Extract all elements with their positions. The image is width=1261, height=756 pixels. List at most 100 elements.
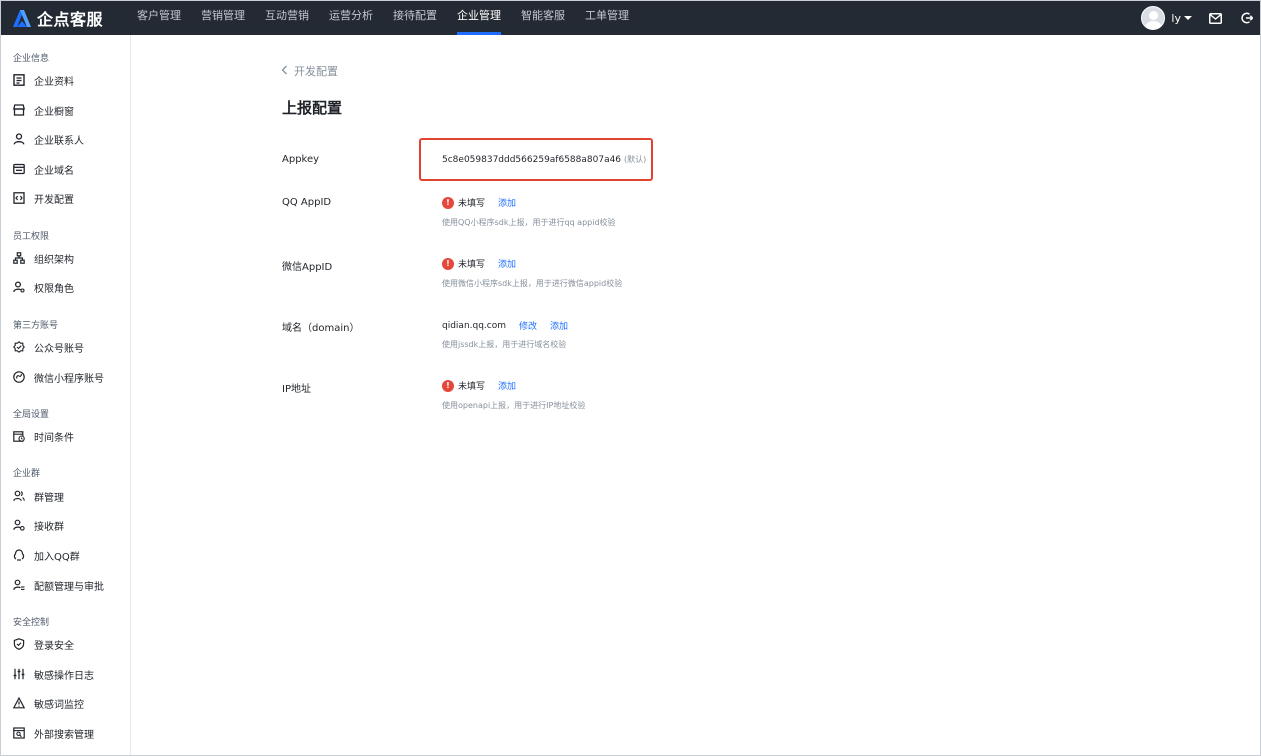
sidebar-item-sensitive-operation-log[interactable]: 敏感操作日志 — [12, 663, 94, 685]
domain-value: qidian.qq.com — [442, 320, 507, 331]
nav-enterprise-management[interactable]: 企业管理 — [447, 1, 511, 35]
sidebar-item-label: 企业资料 — [34, 76, 74, 88]
sidebar-item-enterprise-contact[interactable]: 企业联系人 — [12, 128, 84, 150]
ip-status: 未填写 — [458, 382, 486, 392]
sidebar-item-org-structure[interactable]: 组织架构 — [12, 247, 74, 269]
mini-program-icon — [12, 371, 25, 384]
ip-label: IP地址 — [282, 384, 311, 395]
badge-icon — [12, 341, 25, 354]
sliders-icon — [12, 668, 25, 681]
appkey-value-row: 5c8e059837ddd566259af6588a807a46 (默认) — [442, 154, 646, 165]
domain-label: 域名（domain） — [282, 323, 360, 334]
back-link[interactable]: 开发配置 — [281, 63, 338, 79]
group-receive-icon — [12, 519, 25, 532]
domain-edit-button[interactable]: 修改 — [519, 319, 537, 332]
warning-icon: ! — [442, 196, 454, 209]
sidebar-item-official-account[interactable]: 公众号账号 — [12, 336, 84, 358]
sidebar-group-enterprise-groups: 企业群 — [13, 469, 41, 479]
wechat-appid-status-row: ! 未填写 添加 — [442, 257, 516, 270]
sidebar-item-label: 公众号账号 — [34, 343, 84, 355]
domain-value-row: qidian.qq.com 修改 添加 — [442, 319, 568, 333]
mail-icon[interactable] — [1208, 11, 1222, 25]
sidebar-item-group-management[interactable]: 群管理 — [12, 485, 64, 507]
user-name[interactable]: ly — [1171, 12, 1181, 25]
sidebar-item-label: 时间条件 — [34, 432, 74, 444]
nav-marketing-management[interactable]: 营销管理 — [191, 1, 255, 35]
sidebar-item-permission-roles[interactable]: 权限角色 — [12, 276, 74, 298]
qq-appid-status-row: ! 未填写 添加 — [442, 196, 516, 209]
person-icon — [12, 133, 25, 146]
user-role-icon — [12, 281, 25, 294]
sidebar-item-label: 敏感词监控 — [34, 699, 84, 711]
document-icon — [12, 74, 25, 87]
sidebar-item-dev-config[interactable]: 开发配置 — [12, 187, 74, 209]
sidebar-item-enterprise-domain[interactable]: 企业域名 — [12, 158, 74, 180]
warning-triangle-icon — [12, 697, 25, 710]
avatar[interactable] — [1141, 6, 1166, 30]
sidebar-item-mini-program-account[interactable]: 微信小程序账号 — [12, 366, 104, 388]
top-navigation-bar: 企点客服 客户管理 营销管理 互动营销 运营分析 接待配置 企业管理 智能客服 … — [1, 1, 1260, 35]
code-icon — [12, 192, 25, 205]
domain-icon — [12, 163, 25, 176]
warning-icon: ! — [442, 257, 454, 270]
warning-icon: ! — [442, 379, 454, 392]
qq-group-icon — [12, 549, 25, 562]
nav-smart-service[interactable]: 智能客服 — [511, 1, 575, 35]
sidebar-item-receive-group[interactable]: 接收群 — [12, 514, 64, 536]
sidebar: 企业信息 企业资料 企业橱窗 企业联系人 企业域名 开发配置 员工权限 组织架构 — [1, 35, 131, 755]
wechat-appid-hint: 使用微信小程序sdk上报，用于进行微信appid校验 — [442, 279, 623, 288]
sidebar-item-label: 群管理 — [34, 492, 64, 504]
nav-interactive-marketing[interactable]: 互动营销 — [255, 1, 319, 35]
sidebar-item-label: 敏感操作日志 — [34, 670, 94, 682]
sidebar-item-login-security[interactable]: 登录安全 — [12, 633, 74, 655]
nav-customer-management[interactable]: 客户管理 — [127, 1, 191, 35]
sidebar-item-enterprise-profile[interactable]: 企业资料 — [12, 69, 74, 91]
back-label: 开发配置 — [294, 65, 338, 78]
ip-status-row: ! 未填写 添加 — [442, 379, 516, 392]
app-name: 企点客服 — [37, 10, 104, 29]
sidebar-item-label: 微信小程序账号 — [34, 373, 104, 385]
app-logo[interactable]: 企点客服 — [11, 6, 103, 30]
nav-ticket-management[interactable]: 工单管理 — [575, 1, 639, 35]
appkey-label: Appkey — [282, 154, 320, 165]
logout-icon[interactable] — [1240, 11, 1254, 25]
domain-add-button[interactable]: 添加 — [550, 319, 568, 332]
ip-hint: 使用openapi上报，用于进行IP地址校验 — [442, 401, 586, 410]
org-chart-icon — [12, 252, 25, 265]
qq-appid-status: 未填写 — [458, 199, 486, 209]
sidebar-item-label: 开发配置 — [34, 194, 74, 206]
shield-icon — [12, 638, 25, 651]
sidebar-item-time-conditions[interactable]: 时间条件 — [12, 425, 74, 447]
group-icon — [12, 490, 25, 503]
main-nav: 客户管理 营销管理 互动营销 运营分析 接待配置 企业管理 智能客服 工单管理 — [127, 1, 639, 35]
sidebar-group-security-control: 安全控制 — [13, 618, 50, 628]
sidebar-item-sensitive-word-monitor[interactable]: 敏感词监控 — [12, 692, 84, 714]
nav-reception-config[interactable]: 接待配置 — [383, 1, 447, 35]
sidebar-item-label: 企业橱窗 — [34, 106, 74, 118]
user-area: ly — [1141, 1, 1260, 35]
sidebar-group-staff-permissions: 员工权限 — [13, 232, 50, 242]
chevron-down-icon[interactable] — [1184, 16, 1192, 20]
app-window: 企点客服 客户管理 营销管理 互动营销 运营分析 接待配置 企业管理 智能客服 … — [0, 0, 1261, 756]
sidebar-item-external-search[interactable]: 外部搜索管理 — [12, 722, 94, 744]
nav-operations-analysis[interactable]: 运营分析 — [319, 1, 383, 35]
domain-hint: 使用jssdk上报，用于进行域名校验 — [442, 340, 567, 349]
sidebar-item-label: 接收群 — [34, 521, 64, 533]
sidebar-item-label: 组织架构 — [34, 254, 74, 266]
ip-add-button[interactable]: 添加 — [498, 379, 516, 392]
qq-appid-add-button[interactable]: 添加 — [498, 196, 516, 209]
wechat-appid-add-button[interactable]: 添加 — [498, 257, 516, 270]
sidebar-item-label: 外部搜索管理 — [34, 729, 94, 741]
sidebar-item-enterprise-showcase[interactable]: 企业橱窗 — [12, 99, 74, 121]
sidebar-item-label: 权限角色 — [34, 283, 74, 295]
sidebar-group-enterprise-info: 企业信息 — [13, 54, 50, 64]
sidebar-item-label: 配额管理与审批 — [34, 581, 104, 593]
sidebar-item-label: 加入QQ群 — [34, 551, 80, 563]
sidebar-item-label: 企业域名 — [34, 165, 74, 177]
sidebar-item-quota-approval[interactable]: 配额管理与审批 — [12, 574, 104, 596]
sidebar-group-third-party: 第三方账号 — [13, 321, 59, 331]
chevron-left-icon — [281, 65, 288, 78]
sidebar-item-join-qq-group[interactable]: 加入QQ群 — [12, 544, 80, 566]
wechat-appid-status: 未填写 — [458, 260, 486, 270]
default-tag: (默认) — [624, 155, 647, 164]
